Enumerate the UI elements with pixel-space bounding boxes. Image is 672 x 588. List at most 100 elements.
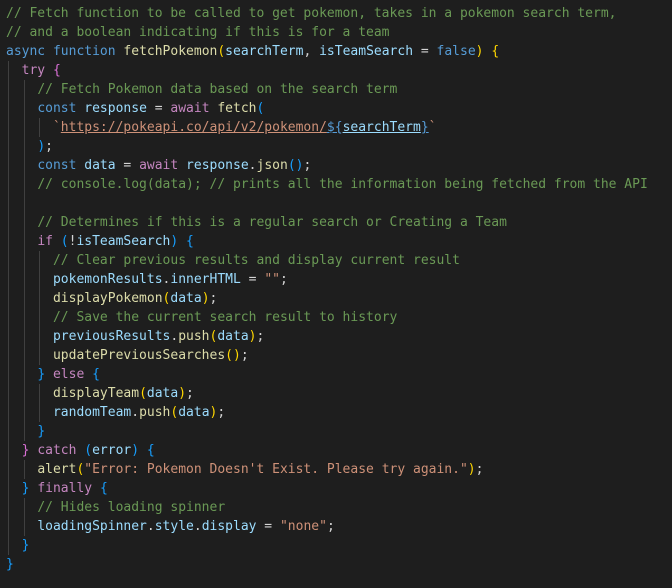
code-line[interactable]: } finally { [0,479,672,498]
code-line[interactable]: // Determines if this is a regular searc… [0,213,672,232]
code-line[interactable]: // Fetch Pokemon data based on the searc… [0,80,672,99]
code-line[interactable]: previousResults.push(data); [0,327,672,346]
code-token-punct [178,158,186,173]
code-line[interactable]: loadingSpinner.style.display = "none"; [0,517,672,536]
code-line[interactable]: } catch (error) { [0,441,672,460]
code-line[interactable] [0,194,672,213]
code-token-keyword: function [52,44,116,59]
code-token-punct [45,367,53,382]
code-line[interactable]: // and a boolean indicating if this is f… [0,23,672,42]
indent-guide [8,441,9,460]
code-token-bracket3: ( [256,101,265,116]
code-line[interactable]: displayTeam(data); [0,384,672,403]
code-line[interactable]: ); [0,137,672,156]
code-token-comment: // Fetch Pokemon data based on the searc… [37,82,398,97]
code-token-comment: // console.log(data); // prints all the … [37,177,648,192]
code-token-bracket3: ( [84,443,93,458]
code-token-bracket3: } [6,557,14,572]
indent-guide [23,308,25,327]
indent-guide [39,251,41,270]
code-token-comment: // Clear previous results and display cu… [52,253,460,268]
code-token-control: if [37,234,53,249]
code-line[interactable]: displayPokemon(data); [0,289,672,308]
indent-guide [39,308,41,327]
indent-guide [23,365,25,384]
indent-guide [8,536,9,555]
indent-guide [23,289,25,308]
code-line[interactable]: const data = await response.json(); [0,156,672,175]
code-line[interactable]: } [0,555,672,574]
indent-guide [23,327,25,346]
indent-guide [39,289,41,308]
code-token-keyword: const [37,101,77,116]
code-token-punct [92,481,100,496]
code-line[interactable]: try { [0,61,672,80]
code-line[interactable]: // Fetch function to be called to get po… [0,4,672,23]
indent-guide [8,384,9,403]
indent-guide [8,251,9,270]
code-token-variable: data [146,386,179,401]
code-token-punct: . [248,158,257,173]
code-token-control: await [139,158,179,173]
code-line[interactable]: // Clear previous results and display cu… [0,251,672,270]
indent-guide [8,289,9,308]
code-line[interactable]: alert("Error: Pokemon Doesn't Exist. Ple… [0,460,672,479]
code-line[interactable]: updatePreviousSearches(); [0,346,672,365]
code-editor[interactable]: // Fetch function to be called to get po… [0,0,672,588]
code-token-punct: . [193,519,202,534]
code-token-bracket1: ) [201,291,210,306]
code-line[interactable]: randomTeam.push(data); [0,403,672,422]
code-token-function: updatePreviousSearches [52,348,226,363]
indent-guide [8,460,9,479]
code-token-variable: data [84,158,116,173]
code-token-punct: = [413,44,437,59]
code-token-punct: , [303,44,320,59]
code-token-punct: ; [240,348,249,363]
indent-guide [8,327,9,346]
code-token-punct: ; [326,519,335,534]
indent-guide [8,498,9,517]
indent-guide [8,422,9,441]
indent-guide [39,384,41,403]
indent-guide [23,194,25,213]
code-token-function: displayTeam [52,386,140,401]
code-token-function: fetchPokemon [123,44,218,59]
indent-guide [23,403,25,422]
indent-guide [23,251,25,270]
indent-guide [8,99,9,118]
indent-guide [23,384,25,403]
code-token-string: ` [52,120,61,135]
code-token-bracket3: () [287,158,304,173]
code-token-variable: data [178,405,210,420]
code-line[interactable]: async function fetchPokemon(searchTerm, … [0,42,672,61]
code-line[interactable]: // console.log(data); // prints all the … [0,175,672,194]
indent-guide [8,479,9,498]
code-token-bracket3: } [37,367,46,382]
indent-guide [8,270,9,289]
code-line[interactable]: } [0,422,672,441]
code-token-punct [178,234,186,249]
code-token-keyword: } [420,120,429,135]
code-token-string: "" [264,272,280,287]
indent-guide [39,403,41,422]
indent-guide [23,99,25,118]
code-line[interactable]: const response = await fetch( [0,99,672,118]
code-token-punct: = [240,272,265,287]
code-token-punct: = [115,158,140,173]
code-token-bracket3: { [186,234,194,249]
code-line[interactable]: // Hides loading spinner [0,498,672,517]
code-lines[interactable]: // Fetch function to be called to get po… [0,4,672,574]
code-line[interactable]: if (!isTeamSearch) { [0,232,672,251]
code-line[interactable]: `https://pokeapi.co/api/v2/pokemon/${sea… [0,118,672,137]
code-token-punct: ; [217,405,226,420]
code-token-keyword: false [436,44,476,59]
code-token-comment: // Fetch function to be called to get po… [6,6,617,21]
code-token-bracket1: ( [217,44,226,59]
code-line[interactable]: } [0,536,672,555]
code-token-string: https://pokeapi.co/api/v2/pokemon/ [60,120,327,135]
code-line[interactable]: } else { [0,365,672,384]
code-line[interactable]: pokemonResults.innerHTML = ""; [0,270,672,289]
code-line[interactable]: // Save the current search result to his… [0,308,672,327]
code-token-punct: ; [45,139,53,154]
code-token-bracket3: ) [37,139,46,154]
